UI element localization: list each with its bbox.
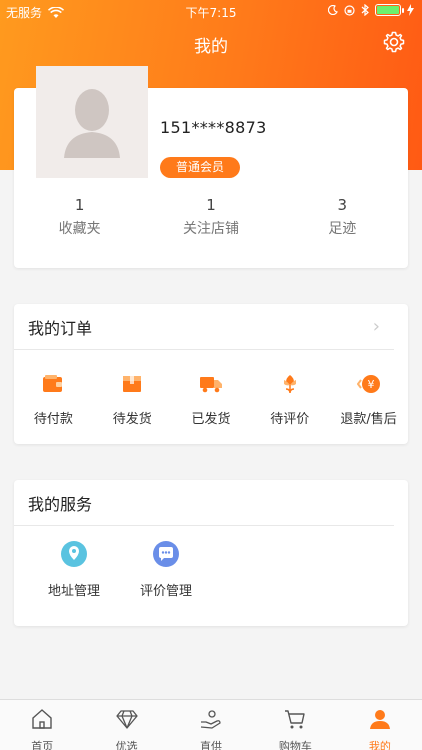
- order-label: 已发货: [191, 412, 231, 427]
- tab-direct-supply[interactable]: 直供: [169, 700, 253, 750]
- member-level-badge: 普通会员: [160, 157, 240, 178]
- battery-icon: [375, 4, 404, 16]
- refund-icon: ¥: [356, 375, 380, 393]
- stat-label: 收藏夹: [58, 221, 101, 237]
- order-shipped[interactable]: 已发货: [172, 372, 251, 427]
- status-bar: 无服务 下午7:15: [0, 0, 422, 22]
- chevron-right-icon: ›: [372, 316, 380, 337]
- order-label: 待评价: [270, 412, 310, 427]
- chat-icon: [153, 541, 179, 567]
- default-avatar-icon: [36, 66, 148, 178]
- order-label: 待付款: [33, 412, 73, 427]
- box-icon: [123, 376, 142, 392]
- service-label: 评价管理: [139, 584, 192, 599]
- services-header: 我的服务: [14, 480, 394, 526]
- orders-title: 我的订单: [28, 318, 93, 338]
- stat-value: 1: [206, 196, 216, 214]
- tab-bar: 首页 优选 直供 购物车 我的: [0, 699, 422, 750]
- order-label: 退款/售后: [340, 412, 397, 427]
- tab-cart[interactable]: 购物车: [253, 700, 337, 750]
- moon-icon: [328, 5, 338, 15]
- service-label: 地址管理: [47, 584, 100, 599]
- stat-value: 3: [337, 196, 348, 214]
- tab-label: 我的: [368, 740, 391, 750]
- stat-label: 足迹: [328, 221, 357, 237]
- svg-text:¥: ¥: [367, 378, 374, 391]
- settings-gear-icon[interactable]: [382, 30, 406, 54]
- tab-label: 优选: [115, 740, 138, 750]
- rotation-lock-icon: [344, 4, 355, 16]
- tab-mine[interactable]: 我的: [338, 700, 422, 750]
- profile-stats: 1 收藏夹 1 关注店铺 3 足迹: [14, 196, 408, 246]
- order-pending-shipment[interactable]: 待发货: [93, 372, 172, 427]
- order-refund[interactable]: ¥ 退款/售后: [329, 372, 408, 427]
- order-label: 待发货: [112, 412, 152, 427]
- user-icon: [369, 710, 390, 729]
- order-pending-payment[interactable]: 待付款: [14, 372, 93, 427]
- stat-label: 关注店铺: [182, 221, 239, 237]
- service-review-management[interactable]: 评价管理: [120, 540, 212, 599]
- orders-card: 我的订单 › 待付款 待发货 已发货 待评价 ¥ 退款/售后: [14, 304, 408, 444]
- services-title: 我的服务: [28, 494, 93, 514]
- tab-home[interactable]: 首页: [0, 700, 84, 750]
- home-icon: [32, 709, 52, 729]
- page-title: 我的: [194, 37, 228, 57]
- wallet-icon: [43, 375, 63, 392]
- bluetooth-icon: [361, 4, 369, 16]
- diamond-icon: [115, 710, 138, 729]
- stat-footprints[interactable]: 3 足迹: [277, 196, 408, 246]
- cart-icon: [285, 710, 306, 729]
- avatar[interactable]: [36, 66, 148, 178]
- service-address-management[interactable]: 地址管理: [28, 540, 120, 599]
- stat-favorites[interactable]: 1 收藏夹: [14, 196, 145, 246]
- location-icon: [61, 541, 87, 567]
- order-pending-review[interactable]: 待评价: [250, 372, 329, 427]
- tab-label: 购物车: [278, 740, 312, 750]
- tab-label: 直供: [200, 740, 223, 750]
- flower-icon: [283, 375, 296, 394]
- stat-value: 1: [74, 196, 85, 214]
- hand-icon: [200, 710, 221, 729]
- user-phone: 151****8873: [160, 118, 267, 137]
- charging-icon: [407, 4, 414, 16]
- tab-label: 首页: [31, 740, 54, 750]
- tab-selected[interactable]: 优选: [84, 700, 168, 750]
- services-card: 我的服务 地址管理 评价管理: [14, 480, 408, 626]
- stat-followed-shops[interactable]: 1 关注店铺: [145, 196, 276, 246]
- orders-header[interactable]: 我的订单 ›: [14, 304, 394, 350]
- truck-icon: [199, 377, 222, 393]
